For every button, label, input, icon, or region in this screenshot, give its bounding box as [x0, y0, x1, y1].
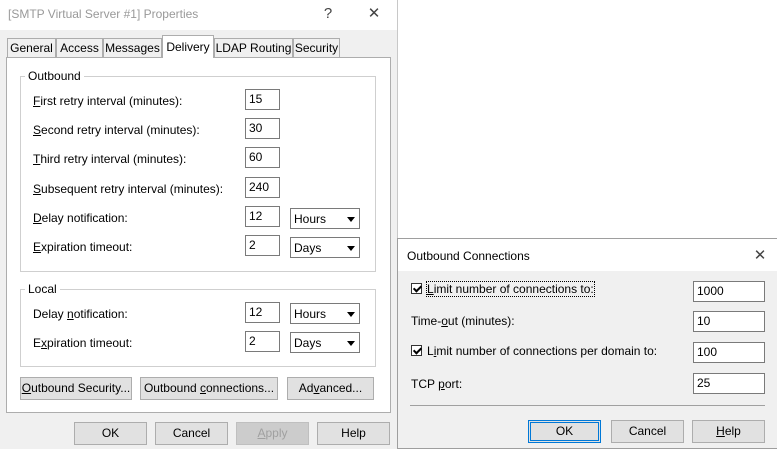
chevron-down-icon[interactable] — [343, 333, 359, 352]
limit-per-domain-checkbox[interactable] — [411, 345, 422, 356]
limit-per-domain-label[interactable]: Limit number of connections per domain t… — [427, 344, 657, 358]
ok-button[interactable]: OK — [74, 422, 147, 445]
dialog-title: [SMTP Virtual Server #1] Properties — [8, 7, 199, 21]
tab-security[interactable]: Security — [293, 38, 340, 57]
outbound-legend: Outbound — [25, 69, 84, 83]
local-delay-notification-label: Delay notification: — [33, 307, 128, 321]
apply-button[interactable]: Apply — [236, 422, 309, 445]
tcp-port-label: TCP port: — [411, 377, 463, 391]
expiration-timeout-label: Expiration timeout: — [33, 240, 133, 254]
local-expiration-timeout-label: Expiration timeout: — [33, 336, 133, 350]
local-expiration-unit-value: Days — [294, 336, 322, 350]
local-expiration-timeout-unit-select[interactable]: Days — [290, 332, 360, 353]
advanced-button[interactable]: Advanced... — [287, 377, 374, 400]
third-retry-label: Third retry interval (minutes): — [33, 152, 187, 166]
chevron-down-icon[interactable] — [343, 209, 359, 228]
local-delay-notification-unit-select[interactable]: Hours — [290, 303, 360, 324]
oc-ok-button[interactable]: OK — [528, 420, 601, 443]
limit-per-domain-input[interactable]: 100 — [693, 342, 765, 363]
delay-notification-unit-select[interactable]: Hours — [290, 208, 360, 229]
cancel-button[interactable]: Cancel — [155, 422, 228, 445]
second-retry-label: Second retry interval (minutes): — [33, 123, 200, 137]
delay-notification-input[interactable]: 12 — [245, 206, 280, 227]
oc-help-button[interactable]: Help — [692, 420, 765, 443]
limit-connections-input[interactable]: 1000 — [693, 281, 765, 302]
tab-ldap-routing[interactable]: LDAP Routing — [214, 38, 293, 57]
local-group — [20, 289, 376, 367]
tcp-port-input[interactable]: 25 — [693, 373, 765, 394]
first-retry-input[interactable]: 15 — [245, 89, 280, 110]
local-delay-notification-input[interactable]: 12 — [245, 302, 280, 323]
help-icon[interactable]: ? — [318, 5, 338, 22]
subsequent-retry-label: Subsequent retry interval (minutes): — [33, 182, 224, 196]
limit-connections-label[interactable]: Limit number of connections to: — [426, 281, 595, 297]
subsequent-retry-input[interactable]: 240 — [245, 177, 280, 198]
delay-notification-label: Delay notification: — [33, 211, 128, 225]
oc-dialog-title: Outbound Connections — [407, 249, 530, 263]
local-expiration-timeout-input[interactable]: 2 — [245, 331, 280, 352]
tab-messages[interactable]: Messages — [103, 38, 162, 57]
local-delay-unit-value: Hours — [294, 307, 327, 321]
outbound-security-button[interactable]: Outbound Security... — [20, 377, 132, 400]
delay-notification-unit-value: Hours — [294, 212, 327, 226]
separator — [410, 405, 765, 406]
tab-delivery[interactable]: Delivery — [162, 35, 214, 58]
oc-cancel-button[interactable]: Cancel — [611, 420, 684, 443]
timeout-input[interactable]: 10 — [693, 311, 765, 332]
expiration-timeout-unit-value: Days — [294, 241, 322, 255]
chevron-down-icon[interactable] — [343, 304, 359, 323]
timeout-label: Time-out (minutes): — [411, 314, 515, 328]
third-retry-input[interactable]: 60 — [245, 147, 280, 168]
help-button[interactable]: Help — [317, 422, 390, 445]
smtp-properties-dialog: [SMTP Virtual Server #1] Properties ? ✕ … — [0, 0, 398, 449]
close-icon[interactable]: ✕ — [750, 246, 770, 264]
second-retry-input[interactable]: 30 — [245, 118, 280, 139]
outbound-connections-dialog: Outbound Connections ✕ Limit number of c… — [397, 238, 777, 449]
first-retry-label: First retry interval (minutes): — [33, 94, 183, 108]
close-icon[interactable]: ✕ — [364, 4, 384, 22]
chevron-down-icon[interactable] — [343, 238, 359, 257]
tab-access[interactable]: Access — [56, 38, 103, 57]
local-legend: Local — [25, 282, 60, 296]
outbound-connections-button[interactable]: Outbound connections... — [140, 377, 278, 400]
expiration-timeout-input[interactable]: 2 — [245, 235, 280, 256]
tab-general[interactable]: General — [7, 38, 56, 57]
limit-connections-checkbox[interactable] — [411, 283, 422, 294]
expiration-timeout-unit-select[interactable]: Days — [290, 237, 360, 258]
